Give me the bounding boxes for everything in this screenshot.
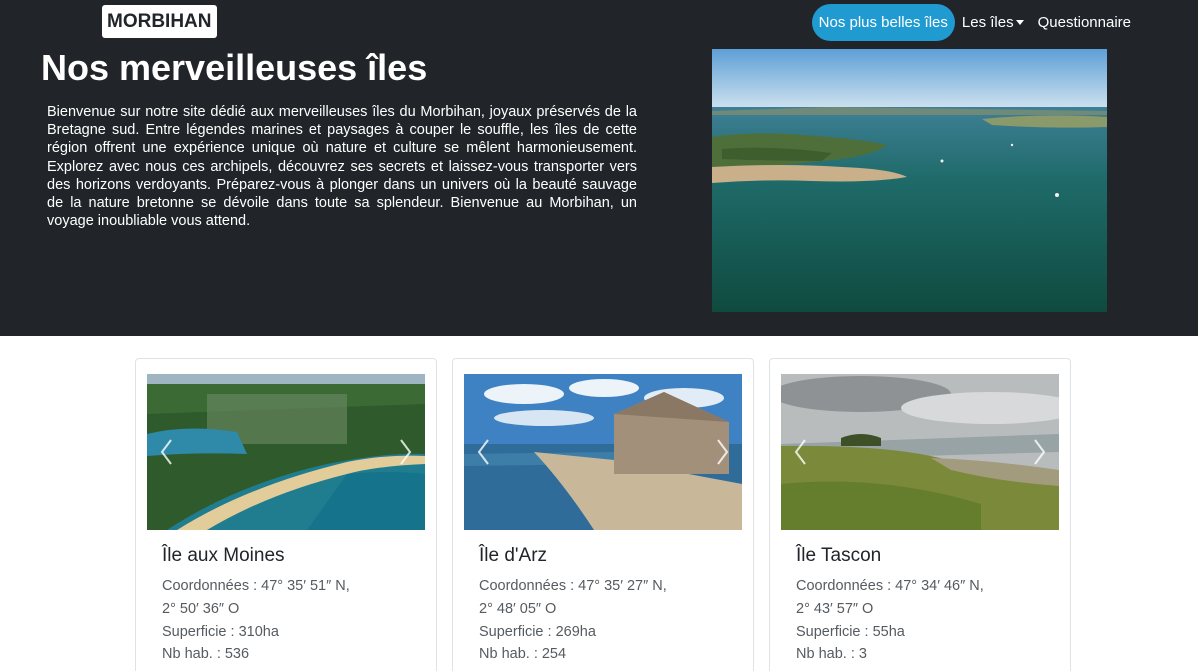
nav-item-questionnaire[interactable]: Questionnaire (1031, 4, 1138, 41)
nav-item-les-iles-dropdown[interactable]: Les îles (955, 4, 1031, 41)
carousel-next-icon[interactable] (1029, 432, 1049, 472)
brand-logo[interactable]: MORBIHAN (102, 5, 217, 38)
carousel-next-icon[interactable] (712, 432, 732, 472)
island-photo-icon (147, 374, 425, 530)
island-carousel[interactable] (781, 374, 1059, 530)
card-area: Superficie : 269ha (479, 623, 596, 640)
card-coordinates-line2: 2° 43′ 57″ O (796, 600, 874, 617)
card-coordinates-line2: 2° 50′ 36″ O (162, 600, 240, 617)
main-nav: Nos plus belles îles Les îles Questionna… (811, 4, 1138, 41)
card-details: Coordonnées : 47° 34′ 46″ N, 2° 43′ 57″ … (796, 575, 984, 666)
card-title: Île d'Arz (479, 545, 548, 566)
island-photo-icon (781, 374, 1059, 530)
carousel-prev-icon[interactable] (474, 432, 494, 472)
card-title: Île aux Moines (162, 545, 285, 566)
nav-item-plus-belles-iles[interactable]: Nos plus belles îles (811, 4, 955, 41)
carousel-prev-icon[interactable] (157, 432, 177, 472)
intro-paragraph: Bienvenue sur notre site dédié aux merve… (47, 104, 637, 230)
carousel-prev-icon[interactable] (791, 432, 811, 472)
hero-image (712, 49, 1107, 312)
card-population: Nb hab. : 254 (479, 646, 567, 663)
island-card: Île aux Moines Coordonnées : 47° 35′ 51″… (135, 358, 437, 671)
card-coordinates-line1: Coordonnées : 47° 35′ 27″ N, (479, 578, 667, 594)
card-population: Nb hab. : 3 (796, 646, 867, 663)
island-carousel[interactable] (464, 374, 742, 530)
card-details: Coordonnées : 47° 35′ 27″ N, 2° 48′ 05″ … (479, 575, 667, 666)
caret-down-icon (1015, 19, 1024, 25)
card-title: Île Tascon (796, 545, 882, 566)
hero-section: MORBIHAN Nos plus belles îles Les îles Q… (0, 0, 1198, 336)
island-card: Île d'Arz Coordonnées : 47° 35′ 27″ N, 2… (452, 358, 754, 671)
aerial-sea-photo-icon (712, 49, 1107, 312)
island-carousel[interactable] (147, 374, 425, 530)
card-details: Coordonnées : 47° 35′ 51″ N, 2° 50′ 36″ … (162, 575, 350, 666)
card-area: Superficie : 55ha (796, 623, 905, 640)
card-coordinates-line1: Coordonnées : 47° 34′ 46″ N, (796, 578, 984, 594)
card-coordinates-line2: 2° 48′ 05″ O (479, 600, 557, 617)
card-coordinates-line1: Coordonnées : 47° 35′ 51″ N, (162, 578, 350, 594)
nav-item-les-iles-label: Les îles (961, 14, 1014, 31)
card-area: Superficie : 310ha (162, 623, 279, 640)
card-population: Nb hab. : 536 (162, 646, 250, 663)
page-title: Nos merveilleuses îles (41, 47, 428, 88)
island-photo-icon (464, 374, 742, 530)
island-card: Île Tascon Coordonnées : 47° 34′ 46″ N, … (769, 358, 1071, 671)
carousel-next-icon[interactable] (395, 432, 415, 472)
